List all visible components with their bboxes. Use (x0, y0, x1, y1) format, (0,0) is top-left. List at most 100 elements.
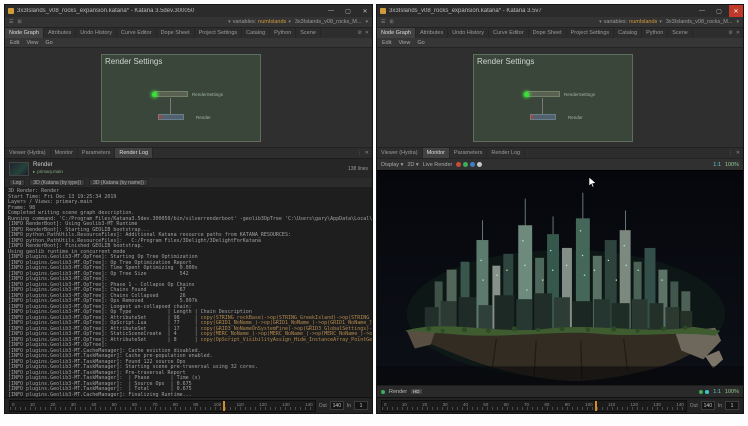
close-icon[interactable]: ✕ (736, 150, 740, 156)
bottom-tab-2[interactable]: Parameters (450, 148, 487, 158)
tab-8[interactable]: Scene (668, 28, 693, 38)
tab-5[interactable]: Project Settings (567, 28, 615, 38)
channel-dot-icon-3[interactable] (477, 162, 482, 167)
tab-3[interactable]: Curve Editor (117, 28, 157, 38)
maximize-button[interactable]: ▢ (341, 5, 355, 17)
gear-icon[interactable]: ⚙ (357, 30, 361, 36)
timeline-track[interactable]: 0102030405060708090100110120130140 (381, 400, 687, 412)
tab-4[interactable]: Dope Sheet (157, 28, 195, 38)
tab-2[interactable]: Undo History (448, 28, 489, 38)
pane-menu-1[interactable]: View (398, 40, 410, 46)
display-dropdown[interactable]: Display ▾ (381, 162, 403, 168)
katana-app-icon (8, 8, 14, 14)
dots-icon[interactable]: ⋮ (357, 150, 362, 156)
tick-label-9: 90 (193, 401, 198, 408)
log-filter-0[interactable]: Log (9, 179, 25, 186)
tab-2[interactable]: Undo History (76, 28, 117, 38)
menu-icon[interactable]: ☰ (381, 19, 385, 25)
tab-7[interactable]: Python (270, 28, 296, 38)
monitor-viewport[interactable] (377, 170, 743, 385)
current-frame-marker[interactable] (223, 401, 225, 411)
tab-8[interactable]: Scene (296, 28, 321, 38)
log-filter-1[interactable]: 3D (Katana (by type)) (29, 179, 85, 186)
channel-dot-icon-2[interactable] (470, 162, 475, 167)
rendersettings-node[interactable]: RenderSettings (526, 91, 560, 97)
in-frame-field[interactable]: 1 (725, 401, 739, 410)
timeline-track[interactable]: 0102030405060708090100110120130140 (9, 400, 316, 412)
render-settings-backdrop[interactable]: Render Settings RenderSettings Render (473, 54, 633, 142)
close-icon[interactable]: ✕ (365, 150, 369, 156)
bottom-tab-3[interactable]: Render Log (115, 148, 153, 158)
channel-dot-icon-0[interactable] (456, 162, 461, 167)
close-button[interactable]: ✕ (729, 5, 743, 17)
in-frame-field[interactable]: 1 (354, 401, 368, 410)
bottom-tab-0[interactable]: Viewer (Hydra) (377, 148, 423, 158)
tab-7[interactable]: Python (642, 28, 668, 38)
bottom-tab-3[interactable]: Render Log (487, 148, 525, 158)
zoom-percent[interactable]: 100% (725, 162, 739, 168)
variables-value[interactable]: numIslands (258, 19, 286, 25)
pane-menu-2[interactable]: Go (45, 40, 52, 46)
tab-0[interactable]: Node Graph (377, 28, 416, 38)
titlebar-left[interactable]: 3x3Islands_v08_rocks_expansion.katana* -… (5, 5, 372, 17)
log-filter-2[interactable]: 3D (Katana (by name)) (89, 179, 148, 186)
close-icon[interactable]: ✕ (736, 30, 740, 36)
node-graph-left[interactable]: Render Settings RenderSettings Render (5, 47, 372, 147)
render-settings-backdrop[interactable]: Render Settings RenderSettings Render (101, 54, 261, 142)
bottom-tab-row-right: Viewer (Hydra)MonitorParametersRender Lo… (377, 147, 743, 158)
render-node[interactable]: Render (530, 114, 556, 120)
layout-grid-icon[interactable]: ⊞ (17, 19, 21, 25)
tick-label-3: 30 (71, 401, 76, 408)
out-frame-field[interactable]: 140 (701, 401, 715, 410)
tab-4[interactable]: Dope Sheet (529, 28, 567, 38)
layout-grid-icon[interactable]: ⊞ (389, 19, 393, 25)
render-node[interactable]: Render (158, 114, 184, 120)
pane-menu-0[interactable]: Edit (382, 40, 391, 46)
pane-menu-2[interactable]: Go (417, 40, 424, 46)
variables-value[interactable]: numIslands (629, 19, 657, 25)
bottom-tab-1[interactable]: Monitor (423, 148, 450, 158)
tab-6[interactable]: Catalog (614, 28, 642, 38)
render-status-name: Render (389, 389, 407, 395)
minimize-button[interactable]: — (324, 5, 338, 17)
maximize-button[interactable]: ▢ (712, 5, 726, 17)
zoom-level[interactable]: 1:1 (713, 162, 721, 168)
project-name[interactable]: 3x3Islands_v08_rocks_M... (666, 19, 733, 25)
project-name[interactable]: 3x3Islands_v08_rocks_M... (295, 19, 362, 25)
chevron-down-icon: ▾ (659, 19, 662, 25)
node-graph-right[interactable]: Render Settings RenderSettings Render (377, 47, 743, 147)
graph-state-variables[interactable]: ▾ variables: numIslands ▾ (228, 19, 291, 25)
status-dot-icon-0[interactable] (699, 390, 703, 394)
bottom-tab-0[interactable]: Viewer (Hydra) (5, 148, 51, 158)
pane-menu-1[interactable]: View (26, 40, 38, 46)
channel-dot-icon-1[interactable] (463, 162, 468, 167)
gear-icon[interactable]: ⚙ (728, 30, 732, 36)
render-log-text[interactable]: 3D Render: RenderStart Time: Fri Dec 13 … (5, 187, 372, 397)
current-frame-marker[interactable] (595, 401, 597, 411)
tab-1[interactable]: Attributes (416, 28, 448, 38)
graph-state-variables[interactable]: ▾ variables: numIslands ▾ (599, 19, 662, 25)
close-icon[interactable]: ✕ (365, 30, 369, 36)
tab-6[interactable]: Catalog (242, 28, 270, 38)
bottom-tab-1[interactable]: Monitor (51, 148, 78, 158)
render-log-entry[interactable]: Render ▸ primary.main 138 lines (5, 158, 372, 178)
status-zoom[interactable]: 1:1 (713, 389, 721, 395)
out-frame-field[interactable]: 140 (330, 401, 344, 410)
status-dot-icon-1[interactable] (705, 390, 709, 394)
pane-menu-0[interactable]: Edit (10, 40, 19, 46)
tab-3[interactable]: Curve Editor (489, 28, 529, 38)
live-render-button[interactable]: Live Render (423, 162, 453, 168)
close-button[interactable]: ✕ (358, 5, 372, 17)
tick-label-6: 60 (132, 401, 137, 408)
tab-5[interactable]: Project Settings (195, 28, 243, 38)
minimize-button[interactable]: — (695, 5, 709, 17)
menu-icon[interactable]: ☰ (9, 19, 13, 25)
tick-label-7: 70 (152, 401, 157, 408)
bottom-tab-2[interactable]: Parameters (78, 148, 115, 158)
rendersettings-node[interactable]: RenderSettings (154, 91, 188, 97)
tab-0[interactable]: Node Graph (5, 28, 44, 38)
dots-icon[interactable]: ⋮ (728, 150, 733, 156)
titlebar-right[interactable]: 3x3Islands_v08_rocks_expansion.katana* -… (377, 5, 743, 17)
tab-1[interactable]: Attributes (44, 28, 76, 38)
mode-2d-dropdown[interactable]: 2D ▾ (407, 162, 418, 168)
